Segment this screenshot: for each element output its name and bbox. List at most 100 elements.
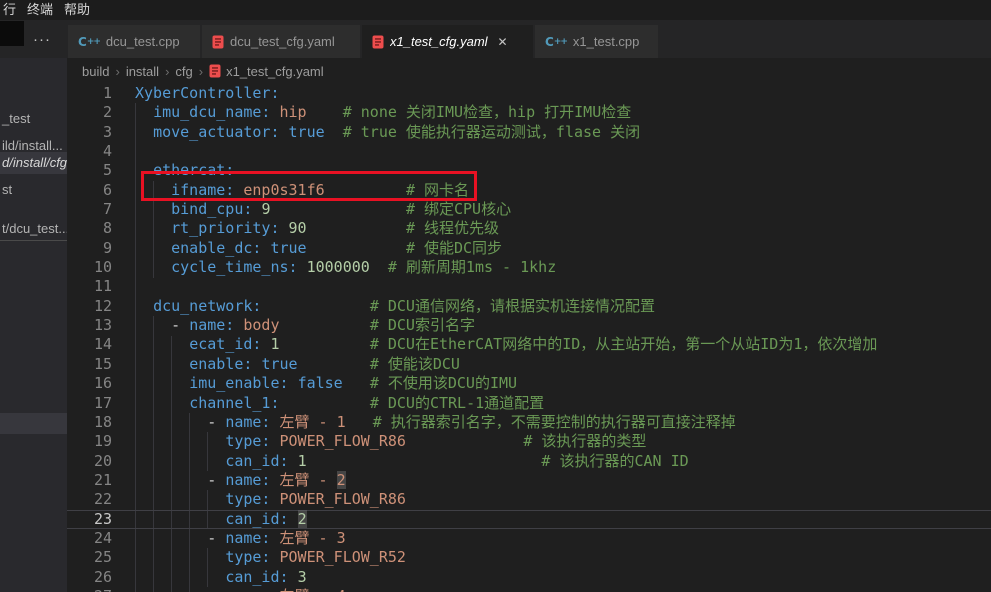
tab-x1_test.cpp[interactable]: C++ x1_test.cpp [535,25,659,58]
breadcrumb-separator: › [165,64,169,79]
sidebar-item[interactable]: t/dcu_test... [0,218,67,240]
code-line-24[interactable]: 24 - name: 左臂 - 3 [67,529,991,548]
cpp-icon: C++ [545,35,567,49]
yaml-file-icon [212,35,224,49]
code-text: channel_1: # DCU的CTRL-1通道配置 [135,394,544,413]
cpp-icon-wrap: C++ [545,35,567,49]
code-text: XyberController: [135,84,280,103]
line-number: 14 [67,335,112,354]
code-text: enable: true # 使能该DCU [135,355,460,374]
tab-dcu_test_cfg.yaml[interactable]: dcu_test_cfg.yaml [202,25,361,58]
line-number: 5 [67,161,112,180]
sidebar-selected-empty-row[interactable] [0,413,67,434]
tab-x1_test_cfg.yaml[interactable]: x1_test_cfg.yaml ✕ [362,25,534,58]
line-number: 15 [67,355,112,374]
code-line-13[interactable]: 13 - name: body # DCU索引名字 [67,316,991,335]
line-number: 12 [67,297,112,316]
line-number: 20 [67,452,112,471]
line-number: 18 [67,413,112,432]
sidebar-divider [0,240,67,241]
line-number: 3 [67,123,112,142]
breadcrumb-file-icon [209,64,221,78]
code-line-26[interactable]: 26 can_id: 3 [67,568,991,587]
code-text: - name: 左臂 - 3 [135,529,346,548]
code-line-3[interactable]: 3 move_actuator: true # true 使能执行器运动测试，f… [67,123,991,142]
line-number: 26 [67,568,112,587]
code-text: dcu_network: # DCU通信网络，请根据实机连接情况配置 [135,297,655,316]
line-number: 8 [67,219,112,238]
code-text: bind_cpu: 9 # 绑定CPU核心 [135,200,511,219]
menu-item-帮助[interactable]: 帮助 [64,0,90,20]
breadcrumb-item-install[interactable]: install [126,64,159,79]
line-number: 16 [67,374,112,393]
yaml-icon-wrap [212,35,224,49]
line-number: 11 [67,277,112,296]
line-number: 2 [67,103,112,122]
tab-label: dcu_test_cfg.yaml [230,34,335,49]
line-number: 25 [67,548,112,567]
breadcrumb-file[interactable]: x1_test_cfg.yaml [226,64,324,79]
code-line-9[interactable]: 9 enable_dc: true # 使能DC同步 [67,239,991,258]
code-line-23[interactable]: 23 can_id: 2 [67,510,991,529]
code-line-4[interactable]: 4 [67,142,991,161]
line-number: 6 [67,181,112,200]
editor-pane[interactable]: build › install › cfg › x1_test_cfg.yaml 1Xybe… [67,58,991,592]
code-line-15[interactable]: 15 enable: true # 使能该DCU [67,355,991,374]
tab-close-icon[interactable]: ✕ [498,35,508,49]
code-line-8[interactable]: 8 rt_priority: 90 # 线程优先级 [67,219,991,238]
code-line-2[interactable]: 2 imu_dcu_name: hip # none 关闭IMU检查，hip 打… [67,103,991,122]
code-text: - name: 左臂 - 4 [135,587,346,592]
code-text: - name: 左臂 - 1 # 执行器索引名字，不需要控制的执行器可直接注释掉 [135,413,736,432]
breadcrumb: build › install › cfg › x1_test_cfg.yaml [67,58,991,84]
tab-overflow-button[interactable]: ··· [33,20,51,58]
code-text: can_id: 2 [135,510,307,529]
code-text: imu_dcu_name: hip # none 关闭IMU检查，hip 打开I… [135,103,631,122]
cpp-icon: C++ [78,35,100,49]
breadcrumb-separator: › [115,64,119,79]
sidebar-item[interactable]: d/install/cfg [0,152,67,174]
code-line-12[interactable]: 12 dcu_network: # DCU通信网络，请根据实机连接情况配置 [67,297,991,316]
line-number: 10 [67,258,112,277]
breadcrumb-item-build[interactable]: build [82,64,109,79]
menu-item-行[interactable]: 行 [3,0,16,20]
code-line-6[interactable]: 6 ifname: enp0s31f6 # 网卡名 [67,181,991,200]
code-line-19[interactable]: 19 type: POWER_FLOW_R86 # 该执行器的类型 [67,432,991,451]
line-number: 13 [67,316,112,335]
tab-label: x1_test.cpp [573,34,640,49]
code-line-7[interactable]: 7 bind_cpu: 9 # 绑定CPU核心 [67,200,991,219]
code-text: ifname: enp0s31f6 # 网卡名 [135,181,469,200]
code-text: imu_enable: false # 不使用该DCU的IMU [135,374,517,393]
code-line-10[interactable]: 10 cycle_time_ns: 1000000 # 刷新周期1ms - 1k… [67,258,991,277]
breadcrumb-separator: › [199,64,203,79]
tab-dcu_test.cpp[interactable]: C++ dcu_test.cpp [68,25,201,58]
code-text: - name: 左臂 - 2 [135,471,346,490]
code-text: - name: body # DCU索引名字 [135,316,475,335]
code-line-5[interactable]: 5 ethercat: [67,161,991,180]
code-text: enable_dc: true # 使能DC同步 [135,239,502,258]
code-line-18[interactable]: 18 - name: 左臂 - 1 # 执行器索引名字，不需要控制的执行器可直接… [67,413,991,432]
code-line-27[interactable]: 27 - name: 左臂 - 4 [67,587,991,592]
code-line-25[interactable]: 25 type: POWER_FLOW_R52 [67,548,991,567]
code-line-1[interactable]: 1XyberController: [67,84,991,103]
vscode-window: 行终端帮助 ··· C++ dcu_test.cpp dcu_test_cfg.ya… [0,0,991,592]
yaml-file-icon [372,35,384,49]
code-line-22[interactable]: 22 type: POWER_FLOW_R86 [67,490,991,509]
line-number: 19 [67,432,112,451]
tab-label: dcu_test.cpp [106,34,180,49]
line-number: 21 [67,471,112,490]
code-line-14[interactable]: 14 ecat_id: 1 # DCU在EtherCAT网络中的ID，从主站开始… [67,335,991,354]
tab-label: x1_test_cfg.yaml [390,34,488,49]
sidebar-item[interactable]: _test [0,108,67,130]
code-line-16[interactable]: 16 imu_enable: false # 不使用该DCU的IMU [67,374,991,393]
sidebar-panel: _testild/install...d/install/cfgstt/dcu_… [0,58,67,592]
sidebar-item[interactable]: st [0,179,67,201]
line-number: 22 [67,490,112,509]
code-line-20[interactable]: 20 can_id: 1 # 该执行器的CAN ID [67,452,991,471]
breadcrumb-item-cfg[interactable]: cfg [175,64,192,79]
line-number: 9 [67,239,112,258]
code-line-11[interactable]: 11 [67,277,991,296]
code-line-17[interactable]: 17 channel_1: # DCU的CTRL-1通道配置 [67,394,991,413]
code-text: ecat_id: 1 # DCU在EtherCAT网络中的ID，从主站开始，第一… [135,335,877,354]
code-line-21[interactable]: 21 - name: 左臂 - 2 [67,471,991,490]
menu-item-终端[interactable]: 终端 [27,0,53,20]
